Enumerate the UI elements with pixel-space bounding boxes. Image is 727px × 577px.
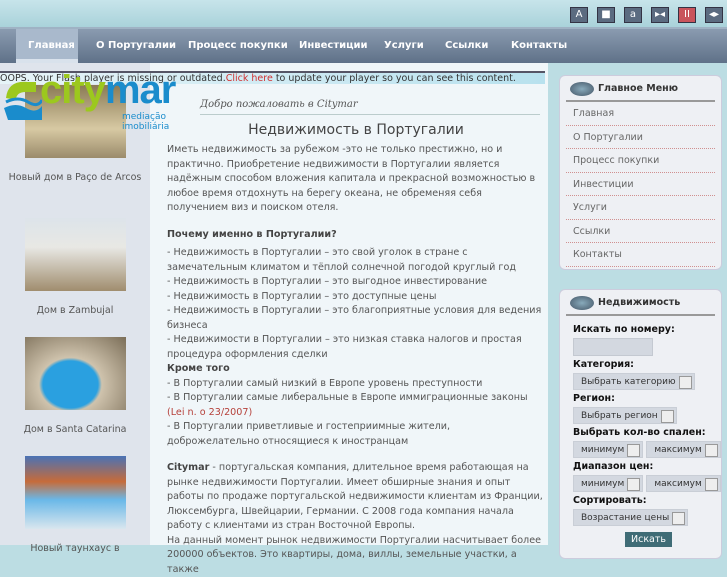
- reason-item: - Недвижимость в Португалии – это свой у…: [167, 246, 545, 275]
- flash-text: to update your player so you can see thi…: [273, 73, 516, 84]
- sort-label: Сортировать:: [573, 493, 721, 509]
- property-caption[interactable]: Новый дом в Paço de Arcos: [0, 172, 150, 183]
- square-icon[interactable]: ■: [597, 7, 615, 23]
- main-menu-panel: Главное Меню Главная О Португалии Процес…: [559, 75, 722, 270]
- property-image[interactable]: [25, 218, 126, 291]
- property-card[interactable]: Дом в Santa Catarina: [0, 337, 150, 435]
- globe-icon: [570, 82, 594, 96]
- panel-title: Недвижимость: [598, 297, 680, 308]
- menu-item-about[interactable]: О Португалии: [566, 126, 715, 150]
- nav-services[interactable]: Услуги: [372, 29, 436, 63]
- property-card[interactable]: Новый таунхаус в: [0, 456, 150, 554]
- besides-heading: Кроме того: [167, 363, 230, 374]
- menu-item-home[interactable]: Главная: [566, 102, 715, 126]
- law-reference-link[interactable]: (Lei n. o 23/2007): [167, 406, 545, 421]
- nav-links[interactable]: Ссылки: [433, 29, 500, 63]
- flash-update-link[interactable]: Click here: [226, 73, 273, 84]
- nav-contacts[interactable]: Контакты: [499, 29, 579, 63]
- bedrooms-max-select[interactable]: максимум: [646, 441, 720, 458]
- menu-item-services[interactable]: Услуги: [566, 196, 715, 220]
- region-select[interactable]: Выбрать регион: [573, 407, 677, 424]
- page-title: Недвижимость в Португалии: [167, 121, 545, 139]
- property-card[interactable]: Дом в Zambujal: [0, 218, 150, 316]
- why-heading: Почему именно в Португалии?: [167, 229, 337, 240]
- nav-investments[interactable]: Инвестиции: [287, 29, 380, 63]
- bedrooms-label: Выбрать кол-во спален:: [573, 425, 721, 441]
- wide-icon[interactable]: ◂▸: [705, 7, 723, 23]
- property-caption[interactable]: Дом в Zambujal: [0, 305, 150, 316]
- number-input[interactable]: [573, 338, 653, 356]
- property-search-panel: Недвижимость Искать по номеру: Категория…: [559, 289, 722, 559]
- price-label: Диапазон цен:: [573, 459, 721, 475]
- reason-item: - Недвижимости в Португалии – это низкая…: [167, 333, 545, 362]
- category-select[interactable]: Выбрать категорию: [573, 373, 695, 390]
- top-bar: A ■ a ▸◂ II ◂▸: [0, 0, 727, 27]
- main-nav: Главная О Португалии Процесс покупки Инв…: [0, 27, 727, 63]
- logo-wordmark: citymar: [40, 68, 175, 113]
- bedrooms-min-select[interactable]: минимум: [573, 441, 643, 458]
- nav-about[interactable]: О Португалии: [84, 29, 188, 63]
- wave-logo-icon: [2, 78, 42, 122]
- reason-item: - Недвижимость в Португалии – это доступ…: [167, 290, 545, 305]
- pause-icon[interactable]: II: [678, 7, 696, 23]
- number-label: Искать по номеру:: [573, 322, 721, 338]
- extra-item: - В Португалии самые либеральные в Европ…: [167, 391, 545, 406]
- main-article: Недвижимость в Португалии Иметь недвижим…: [167, 121, 545, 577]
- panel-title: Главное Меню: [598, 83, 678, 94]
- property-caption[interactable]: Дом в Santa Catarina: [0, 424, 150, 435]
- nav-process[interactable]: Процесс покупки: [176, 29, 300, 63]
- citymar-logo[interactable]: citymar mediação imobiliária: [2, 76, 202, 126]
- category-label: Категория:: [573, 357, 721, 373]
- welcome-heading: Добро пожаловать в Citymar: [200, 99, 540, 115]
- property-image[interactable]: [25, 337, 126, 410]
- narrow-icon[interactable]: ▸◂: [651, 7, 669, 23]
- menu-item-process[interactable]: Процесс покупки: [566, 149, 715, 173]
- font-small-icon[interactable]: a: [624, 7, 642, 23]
- sort-select[interactable]: Возрастание цены: [573, 509, 688, 526]
- extra-item: - В Португалии самый низкий в Европе уро…: [167, 377, 545, 392]
- company-text: - португальская компания, длительное вре…: [167, 462, 543, 531]
- extra-item: - В Португалии приветливые и гостеприимн…: [167, 420, 545, 449]
- property-image[interactable]: [25, 456, 126, 529]
- intro-paragraph: Иметь недвижимость за рубежом -это не то…: [167, 143, 545, 216]
- price-max-select[interactable]: максимум: [646, 475, 720, 492]
- reason-item: - Недвижимость в Португалии – это выгодн…: [167, 275, 545, 290]
- market-paragraph: На данный момент рынок недвижимости Порт…: [167, 534, 545, 577]
- font-large-icon[interactable]: A: [570, 7, 588, 23]
- menu-item-links[interactable]: Ссылки: [566, 220, 715, 244]
- region-label: Регион:: [573, 391, 721, 407]
- menu-item-contacts[interactable]: Контакты: [566, 243, 715, 267]
- featured-properties: Новый дом в Paço de Arcos Дом в Zambujal…: [0, 63, 150, 545]
- price-min-select[interactable]: минимум: [573, 475, 643, 492]
- menu-item-investments[interactable]: Инвестиции: [566, 173, 715, 197]
- globe-icon: [570, 296, 594, 310]
- reason-item: - Недвижимость в Португалии – это благоп…: [167, 304, 545, 333]
- nav-home[interactable]: Главная: [16, 29, 78, 63]
- company-name: Citymar: [167, 462, 209, 473]
